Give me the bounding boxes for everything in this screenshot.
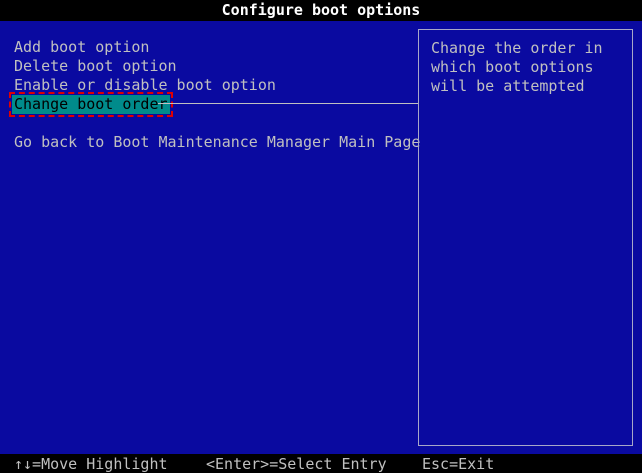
hint-select-entry: <Enter>=Select Entry — [206, 455, 387, 473]
help-panel: Change the order in which boot options w… — [418, 29, 633, 446]
menu-item-delete-boot-option[interactable]: Delete boot option — [14, 57, 414, 76]
menu-item-add-boot-option[interactable]: Add boot option — [14, 38, 414, 57]
page-title: Configure boot options — [0, 0, 642, 21]
help-text: Change the order in which boot options w… — [431, 39, 603, 95]
hint-exit: Esc=Exit — [422, 455, 495, 473]
hint-move-highlight: ↑↓=Move Highlight — [14, 455, 168, 473]
key-hints-bar: ↑↓=Move Highlight <Enter>=Select Entry E… — [0, 454, 642, 473]
boot-options-menu: Add boot option Delete boot option Enabl… — [9, 38, 420, 152]
menu-item-go-back[interactable]: Go back to Boot Maintenance Manager Main… — [14, 133, 420, 152]
menu-item-enable-disable-boot-option[interactable]: Enable or disable boot option — [14, 76, 414, 95]
bios-screen: Configure boot options Add boot option D… — [0, 0, 642, 473]
selection-connector-line — [158, 103, 418, 104]
menu-item-change-boot-order[interactable]: Change boot order — [9, 92, 173, 117]
